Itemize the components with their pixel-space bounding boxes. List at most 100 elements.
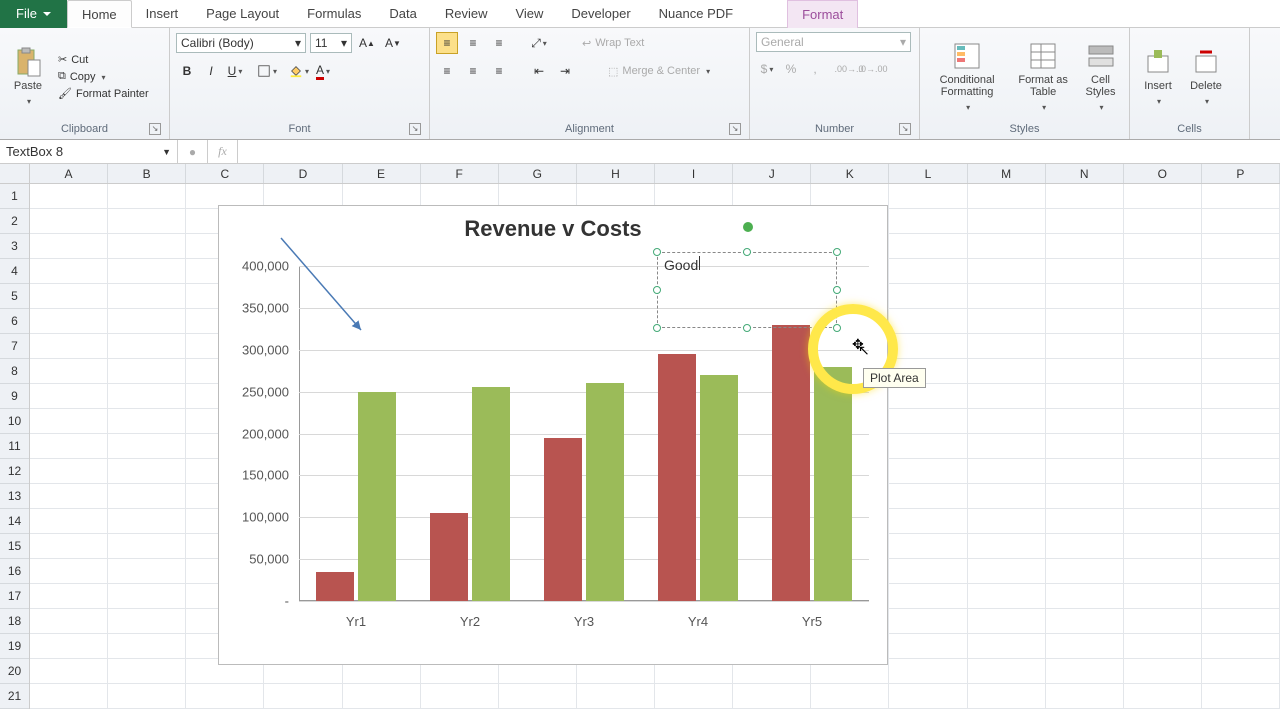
- arrow-shape[interactable]: [271, 230, 371, 340]
- column-headers[interactable]: ABCDEFGHIJKLMNOP: [30, 164, 1280, 184]
- col-header-O[interactable]: O: [1124, 164, 1202, 183]
- bar-Costs-Yr2[interactable]: [472, 387, 510, 601]
- comma-button[interactable]: ,: [804, 58, 826, 80]
- row-header-14[interactable]: 14: [0, 509, 29, 534]
- bar-Revenue-Yr1[interactable]: [316, 572, 354, 601]
- format-as-table-button[interactable]: Format as Table: [1012, 38, 1074, 114]
- row-header-10[interactable]: 10: [0, 409, 29, 434]
- number-format-select[interactable]: General▾: [756, 32, 911, 52]
- bar-Costs-Yr3[interactable]: [586, 383, 624, 601]
- italic-button[interactable]: I: [200, 60, 222, 82]
- row-header-12[interactable]: 12: [0, 459, 29, 484]
- tab-home[interactable]: Home: [67, 0, 132, 28]
- row-header-9[interactable]: 9: [0, 384, 29, 409]
- tab-view[interactable]: View: [501, 0, 557, 28]
- col-header-G[interactable]: G: [499, 164, 577, 183]
- font-size-select[interactable]: 11▾: [310, 33, 352, 53]
- row-header-8[interactable]: 8: [0, 359, 29, 384]
- bar-Revenue-Yr5[interactable]: [772, 325, 810, 601]
- bar-Costs-Yr5[interactable]: [814, 367, 852, 602]
- align-middle-button[interactable]: ≡: [462, 32, 484, 54]
- row-header-18[interactable]: 18: [0, 609, 29, 634]
- decrease-font-icon[interactable]: A▼: [382, 32, 404, 54]
- col-header-K[interactable]: K: [811, 164, 889, 183]
- decrease-indent-button[interactable]: ⇤: [528, 60, 550, 82]
- col-header-M[interactable]: M: [968, 164, 1046, 183]
- bar-Revenue-Yr3[interactable]: [544, 438, 582, 601]
- col-header-E[interactable]: E: [343, 164, 421, 183]
- insert-cells-button[interactable]: Insert: [1136, 44, 1180, 108]
- select-all-corner[interactable]: [0, 164, 30, 184]
- formula-input[interactable]: [238, 140, 1280, 163]
- conditional-formatting-button[interactable]: Conditional Formatting: [926, 38, 1008, 114]
- row-header-15[interactable]: 15: [0, 534, 29, 559]
- resize-handle[interactable]: [743, 248, 751, 256]
- rotation-handle[interactable]: [743, 222, 753, 232]
- tab-data[interactable]: Data: [375, 0, 430, 28]
- bar-Costs-Yr1[interactable]: [358, 392, 396, 601]
- col-header-A[interactable]: A: [30, 164, 108, 183]
- row-header-2[interactable]: 2: [0, 209, 29, 234]
- delete-cells-button[interactable]: Delete: [1184, 44, 1228, 108]
- tab-review[interactable]: Review: [431, 0, 502, 28]
- row-header-7[interactable]: 7: [0, 334, 29, 359]
- fill-color-button[interactable]: [288, 60, 310, 82]
- currency-button[interactable]: $: [756, 58, 778, 80]
- alignment-dialog-icon[interactable]: ↘: [729, 123, 741, 135]
- underline-button[interactable]: U: [224, 60, 246, 82]
- resize-handle[interactable]: [743, 324, 751, 332]
- bar-Revenue-Yr2[interactable]: [430, 513, 468, 601]
- align-top-button[interactable]: ≡: [436, 32, 458, 54]
- bar-Costs-Yr4[interactable]: [700, 375, 738, 601]
- textbox-shape[interactable]: Good: [657, 252, 837, 328]
- tab-developer[interactable]: Developer: [557, 0, 644, 28]
- number-dialog-icon[interactable]: ↘: [899, 123, 911, 135]
- row-header-13[interactable]: 13: [0, 484, 29, 509]
- row-header-5[interactable]: 5: [0, 284, 29, 309]
- col-header-L[interactable]: L: [889, 164, 967, 183]
- resize-handle[interactable]: [653, 248, 661, 256]
- resize-handle[interactable]: [833, 286, 841, 294]
- col-header-H[interactable]: H: [577, 164, 655, 183]
- percent-button[interactable]: %: [780, 58, 802, 80]
- increase-font-icon[interactable]: A▲: [356, 32, 378, 54]
- decrease-decimal-button[interactable]: .0→.00: [862, 58, 884, 80]
- tab-page-layout[interactable]: Page Layout: [192, 0, 293, 28]
- row-header-19[interactable]: 19: [0, 634, 29, 659]
- align-right-button[interactable]: ≡: [488, 60, 510, 82]
- bar-Revenue-Yr4[interactable]: [658, 354, 696, 601]
- bold-button[interactable]: B: [176, 60, 198, 82]
- align-center-button[interactable]: ≡: [462, 60, 484, 82]
- row-header-11[interactable]: 11: [0, 434, 29, 459]
- orientation-button[interactable]: ⤢: [528, 32, 550, 54]
- resize-handle[interactable]: [653, 324, 661, 332]
- cut-button[interactable]: ✂Cut: [54, 52, 153, 67]
- col-header-I[interactable]: I: [655, 164, 733, 183]
- col-header-B[interactable]: B: [108, 164, 186, 183]
- align-bottom-button[interactable]: ≡: [488, 32, 510, 54]
- row-header-21[interactable]: 21: [0, 684, 29, 709]
- clipboard-dialog-icon[interactable]: ↘: [149, 123, 161, 135]
- row-header-16[interactable]: 16: [0, 559, 29, 584]
- col-header-D[interactable]: D: [264, 164, 342, 183]
- row-headers[interactable]: 123456789101112131415161718192021: [0, 184, 30, 709]
- tab-nuance-pdf[interactable]: Nuance PDF: [645, 0, 747, 28]
- increase-decimal-button[interactable]: .00→.0: [838, 58, 860, 80]
- chart-object[interactable]: Revenue v Costs -50,000100,000150,000200…: [218, 205, 888, 665]
- align-left-button[interactable]: ≡: [436, 60, 458, 82]
- merge-center-button[interactable]: ⬚Merge & Center: [604, 64, 714, 79]
- cancel-formula-icon[interactable]: ●: [178, 140, 208, 163]
- copy-button[interactable]: ⧉Copy: [54, 69, 153, 84]
- paste-button[interactable]: Paste: [6, 44, 50, 108]
- row-header-3[interactable]: 3: [0, 234, 29, 259]
- col-header-C[interactable]: C: [186, 164, 264, 183]
- font-name-select[interactable]: Calibri (Body)▾: [176, 33, 306, 53]
- col-header-N[interactable]: N: [1046, 164, 1124, 183]
- row-header-1[interactable]: 1: [0, 184, 29, 209]
- tab-file[interactable]: File: [0, 0, 67, 28]
- font-color-button[interactable]: A: [312, 60, 334, 82]
- row-header-4[interactable]: 4: [0, 259, 29, 284]
- tab-format-contextual[interactable]: Format: [787, 0, 858, 28]
- format-painter-button[interactable]: 🖌Format Painter: [54, 86, 153, 101]
- col-header-P[interactable]: P: [1202, 164, 1280, 183]
